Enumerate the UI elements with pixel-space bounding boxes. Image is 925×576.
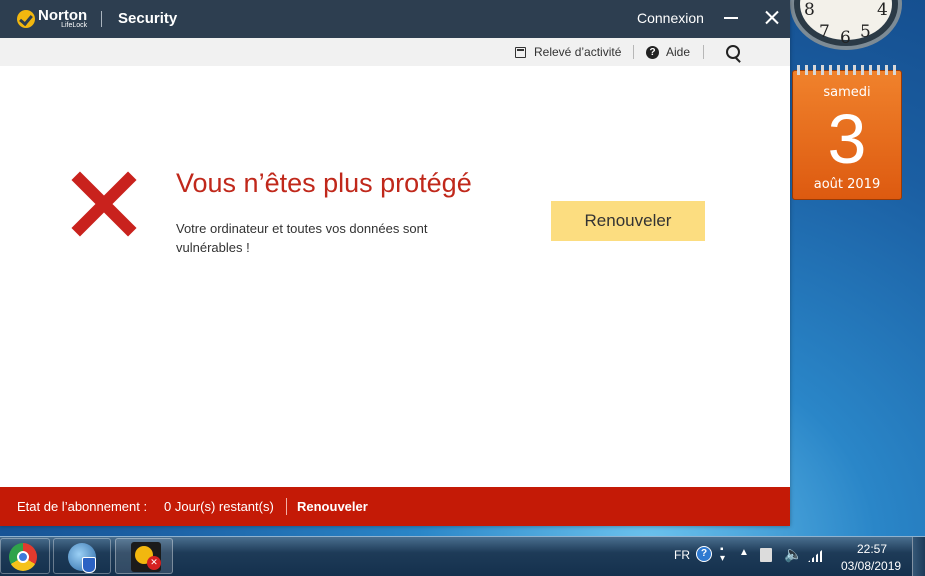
search-icon[interactable] [726, 45, 740, 59]
logo-brand: Norton [38, 6, 88, 24]
close-button[interactable] [763, 8, 781, 28]
alert-panel: Vous n’êtes plus protégé Votre ordinateu… [0, 66, 790, 486]
toolbar-divider [633, 45, 634, 59]
language-help-icon[interactable]: ? [696, 546, 712, 562]
chrome-icon [9, 543, 37, 571]
network-adapter-icon[interactable] [760, 548, 772, 562]
clock-number: 4 [877, 0, 888, 20]
activity-log-label: Relevé d’activité [534, 45, 622, 59]
show-hidden-icons-arrow-icon[interactable]: ▲ [739, 547, 749, 558]
login-link[interactable]: Connexion [637, 10, 704, 26]
norton-check-icon [17, 10, 35, 28]
red-x-icon [72, 172, 136, 236]
taskbar-norton[interactable] [115, 538, 173, 574]
clock-time[interactable]: 22:57 [857, 542, 887, 556]
help-link[interactable]: ? Aide [646, 45, 690, 59]
title-divider [101, 11, 102, 27]
renew-button[interactable]: Renouveler [551, 201, 705, 241]
norton-security-window: Norton LifeLock Security Connexion Relev… [0, 0, 790, 526]
clock-number: 6 [840, 28, 851, 48]
title-bar: Norton LifeLock Security Connexion [0, 0, 790, 38]
alert-headline: Vous n’êtes plus protégé [176, 168, 472, 198]
activity-log-link[interactable]: Relevé d’activité [515, 45, 621, 59]
calendar-rings [797, 65, 897, 75]
calendar-gadget: samedi 3 août 2019 [792, 65, 902, 200]
show-desktop-button[interactable] [912, 537, 925, 576]
help-icon: ? [646, 45, 659, 59]
keyboard-options-icon[interactable]: ▪ ▾ [720, 545, 725, 564]
windows-update-icon [68, 543, 96, 573]
calendar-weekday: samedi [823, 85, 871, 100]
calendar-day-number: 3 [827, 100, 867, 178]
clock-number: 8 [804, 0, 815, 20]
calendar-month-year: août 2019 [813, 177, 881, 192]
status-divider [286, 498, 287, 515]
clock-number: 5 [860, 22, 871, 42]
subscription-label: Etat de l’abonnement : [17, 499, 148, 514]
wifi-signal-icon[interactable] [808, 550, 822, 562]
taskbar: FR ? ▪▾ ▲ 🔈 22:57 03/08/2019 [0, 536, 925, 576]
taskbar-chrome[interactable] [0, 538, 50, 574]
norton-warning-icon [131, 542, 161, 572]
toolbar: Relevé d’activité ? Aide [0, 38, 790, 66]
clock-date[interactable]: 03/08/2019 [841, 559, 901, 573]
alert-description: Votre ordinateur et toutes vos données s… [176, 221, 428, 255]
subscription-status-bar: Etat de l’abonnement : 0 Jour(s) restant… [0, 487, 790, 526]
days-remaining: 0 Jour(s) restant(s) [164, 499, 274, 514]
language-indicator[interactable]: FR [674, 548, 690, 562]
renew-link[interactable]: Renouveler [297, 499, 368, 514]
clock-gadget: 8 7 6 5 4 [790, 0, 902, 50]
clock-face: 8 7 6 5 4 [800, 0, 892, 48]
logo-wordmark: Norton LifeLock [38, 6, 88, 30]
norton-logo: Norton LifeLock [17, 8, 87, 30]
help-label: Aide [666, 45, 691, 59]
taskbar-windows-update[interactable] [53, 538, 111, 574]
minimize-button[interactable] [724, 17, 738, 19]
volume-icon[interactable]: 🔈 [784, 545, 803, 563]
toolbar-divider [703, 45, 704, 59]
calendar-icon [515, 46, 526, 58]
product-name: Security [118, 10, 178, 27]
clock-number: 7 [819, 22, 830, 42]
